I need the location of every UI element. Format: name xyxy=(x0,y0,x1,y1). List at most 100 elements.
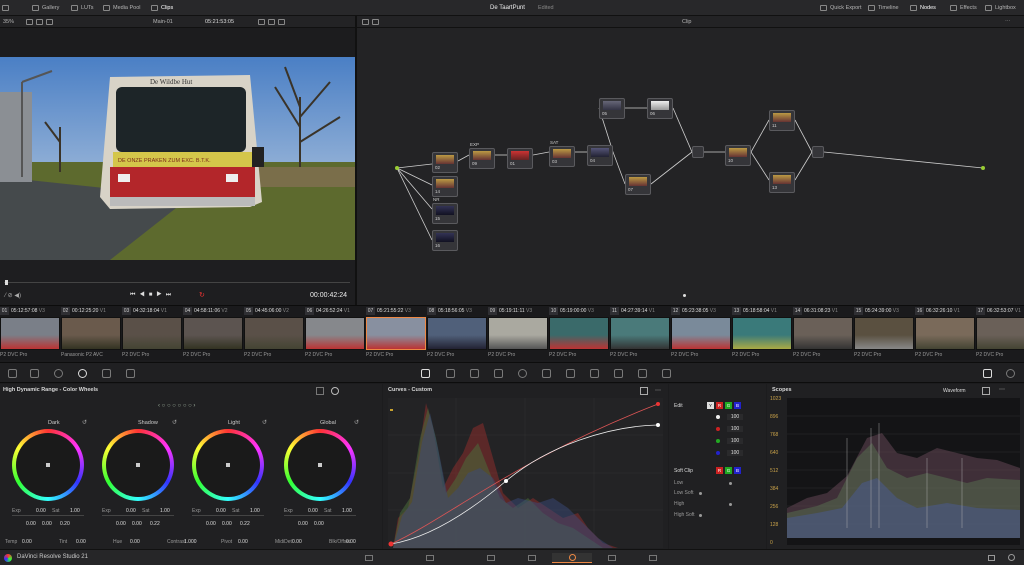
mixer-node-1[interactable] xyxy=(692,146,704,158)
viewer-options[interactable] xyxy=(258,17,288,27)
y-value[interactable]: 0.00 xyxy=(222,521,232,527)
x-value[interactable]: 0.00 xyxy=(26,521,36,527)
node-07[interactable]: 07 xyxy=(625,174,651,195)
sat-value[interactable]: 1.00 xyxy=(160,508,170,514)
exp-value[interactable]: 0.00 xyxy=(308,508,318,514)
wheel-reset-icon[interactable]: ↺ xyxy=(82,419,87,426)
page-color-icon[interactable] xyxy=(552,553,592,563)
viewer-left-tools[interactable]: ⁄ ⊘ ◀) xyxy=(5,292,21,299)
sat-value[interactable]: 1.00 xyxy=(342,508,352,514)
edit-r-button[interactable]: R xyxy=(716,402,723,409)
page-deliver-icon[interactable] xyxy=(647,553,659,563)
softclip-r-button[interactable]: R xyxy=(716,467,723,474)
exp-value[interactable]: 0.00 xyxy=(216,508,226,514)
node-editor[interactable]: 02 EXP 09 01 SAT 03 04 05 06 07 10 11 13 1… xyxy=(357,28,1024,305)
x-value[interactable]: 0.00 xyxy=(298,521,308,527)
wheel-slider[interactable] xyxy=(102,515,174,516)
z-value[interactable]: 0.20 xyxy=(60,521,70,527)
wheel-reset-icon[interactable]: ↺ xyxy=(172,419,177,426)
edit-value-b[interactable]: 100 xyxy=(727,450,743,456)
curves-options-icon[interactable] xyxy=(640,387,648,395)
clip-thumbnail-09[interactable]: 09 05:19:11:11 V3 P2 DVC Pro xyxy=(488,306,549,361)
y-value[interactable]: 0.00 xyxy=(314,521,324,527)
tracker-icon[interactable] xyxy=(542,369,551,378)
apps-icon[interactable] xyxy=(2,3,12,13)
timeline-select[interactable]: Main-01 xyxy=(153,17,173,27)
info-icon[interactable] xyxy=(1006,369,1015,378)
node-09[interactable]: EXP 09 xyxy=(469,142,495,169)
node-04[interactable]: 04 xyxy=(587,145,613,166)
color-wheel-global[interactable] xyxy=(284,429,356,501)
zoom-select[interactable]: 35% xyxy=(3,17,14,27)
adj-value[interactable]: 1.000 xyxy=(184,539,197,545)
edit-value-g[interactable]: 100 xyxy=(727,438,743,444)
camera-raw-icon[interactable] xyxy=(8,369,17,378)
magic-mask-icon[interactable] xyxy=(566,369,575,378)
wheel-handle[interactable] xyxy=(318,463,322,467)
page-fairlight-icon[interactable] xyxy=(606,553,618,563)
page-media-icon[interactable] xyxy=(363,553,375,563)
z-value[interactable]: 0.22 xyxy=(150,521,160,527)
3d-icon[interactable] xyxy=(662,369,671,378)
settings-icon[interactable] xyxy=(1005,553,1017,563)
clip-thumbnail-02[interactable]: 02 00:12:25:20 V1 Panasonic P2 AVC xyxy=(61,306,122,361)
eyedropper-icon[interactable] xyxy=(494,369,503,378)
wheel-handle[interactable] xyxy=(136,463,140,467)
z-value[interactable]: 0.22 xyxy=(240,521,250,527)
clip-thumbnail-01[interactable]: 01 05:12:57:08 V3 P2 DVC Pro xyxy=(0,306,61,361)
clip-thumbnail-17[interactable]: 17 06:32:53:07 V1 P2 DVC Pro xyxy=(976,306,1024,361)
y-value[interactable]: 0.00 xyxy=(132,521,142,527)
gallery-button[interactable]: Gallery xyxy=(32,3,59,13)
color-wheel-shadow[interactable] xyxy=(102,429,174,501)
scopes-icon[interactable] xyxy=(983,369,992,378)
wheels-options-icon[interactable] xyxy=(316,387,324,395)
timeline-button[interactable]: Timeline xyxy=(868,3,899,13)
adj-value[interactable]: 0.00 xyxy=(76,539,86,545)
clip-thumbnail-06[interactable]: 06 04:26:52:24 V1 P2 DVC Pro xyxy=(305,306,366,361)
sizing-icon[interactable] xyxy=(638,369,647,378)
nodes-button[interactable]: Nodes xyxy=(910,3,936,13)
node-options-icon[interactable]: ⋯ xyxy=(1005,17,1011,27)
adj-value[interactable]: 0.00 xyxy=(238,539,248,545)
clip-thumbnail-11[interactable]: 11 04:27:39:14 V1 P2 DVC Pro xyxy=(610,306,671,361)
hdr-wheels-icon[interactable] xyxy=(78,369,87,378)
node-01[interactable]: 01 xyxy=(507,148,533,169)
node-05[interactable]: 05 xyxy=(599,98,625,119)
color-wheels-icon[interactable] xyxy=(54,369,63,378)
mixer-node-2[interactable] xyxy=(812,146,824,158)
adj-value[interactable]: 0.00 xyxy=(22,539,32,545)
high-slider[interactable] xyxy=(729,503,732,506)
low-soft-slider[interactable] xyxy=(699,492,702,495)
clip-thumbnail-05[interactable]: 05 04:45:06:00 V2 P2 DVC Pro xyxy=(244,306,305,361)
quick-export-button[interactable]: Quick Export xyxy=(820,3,861,13)
edit-b-button[interactable]: B xyxy=(734,402,741,409)
wheel-slider[interactable] xyxy=(12,515,84,516)
scrubber-track[interactable] xyxy=(4,282,350,283)
exp-value[interactable]: 0.00 xyxy=(36,508,46,514)
exp-value[interactable]: 0.00 xyxy=(126,508,136,514)
clip-thumbnail-10[interactable]: 10 05:19:00:00 V3 P2 DVC Pro xyxy=(549,306,610,361)
high-soft-slider[interactable] xyxy=(699,514,702,517)
qualifier-icon[interactable] xyxy=(470,369,479,378)
node-14[interactable]: 14 xyxy=(432,176,458,197)
effects-button[interactable]: Effects xyxy=(950,3,977,13)
zone-dots[interactable]: ‹ ○ ○ ○ ○ ○ ○ › xyxy=(158,403,195,409)
home-icon[interactable] xyxy=(985,553,997,563)
clip-thumbnail-12[interactable]: 12 05:23:38:05 V3 P2 DVC Pro xyxy=(671,306,732,361)
sat-value[interactable]: 1.00 xyxy=(70,508,80,514)
lightbox-button[interactable]: Lightbox xyxy=(985,3,1016,13)
wheel-handle[interactable] xyxy=(46,463,50,467)
page-cut-icon[interactable] xyxy=(424,553,436,563)
color-wheel-dark[interactable] xyxy=(12,429,84,501)
node-16[interactable]: 16 xyxy=(432,230,458,251)
scope-mode-select[interactable]: Waveform xyxy=(943,388,966,394)
clip-thumbnail-14[interactable]: 14 06:31:08:23 V1 P2 DVC Pro xyxy=(793,306,854,361)
motion-effects-icon[interactable] xyxy=(126,369,135,378)
curves-graph[interactable] xyxy=(388,398,663,548)
node-mode-select[interactable]: Clip xyxy=(682,17,691,27)
adj-value[interactable]: 0.00 xyxy=(292,539,302,545)
adj-value[interactable]: 0.00 xyxy=(346,539,356,545)
curves-icon[interactable] xyxy=(421,369,430,378)
softclip-g-button[interactable]: G xyxy=(725,467,732,474)
blur-icon[interactable] xyxy=(590,369,599,378)
